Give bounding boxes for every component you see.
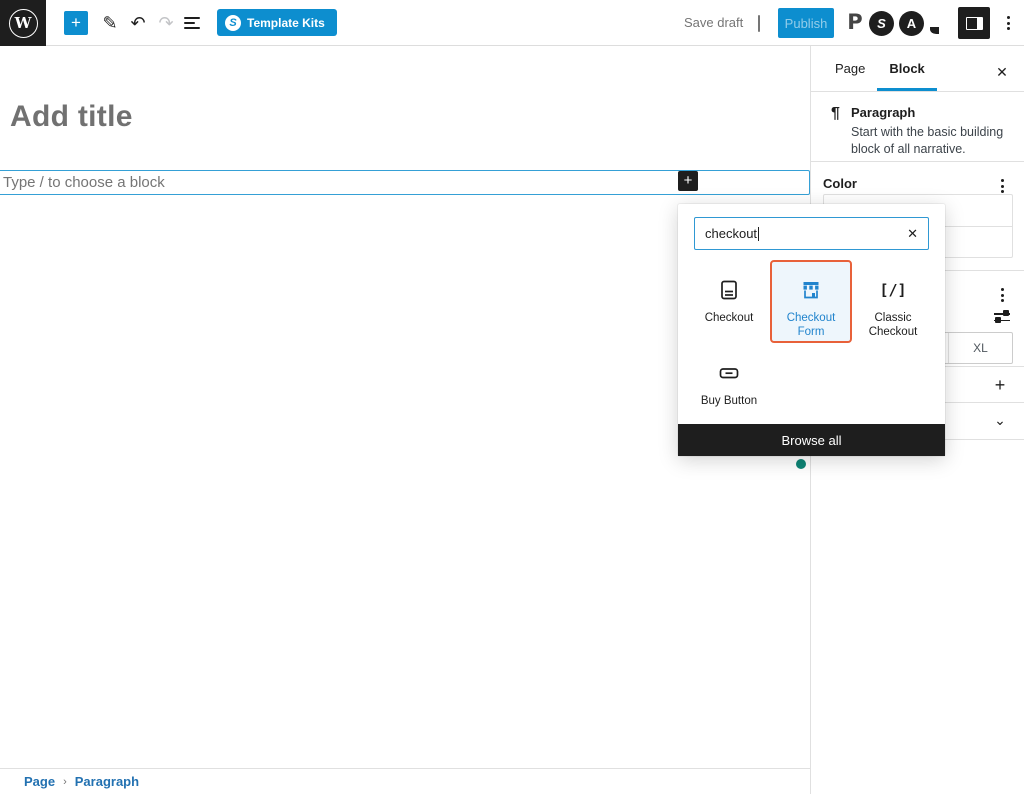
block-card-title: Paragraph <box>851 105 915 120</box>
breadcrumb-separator: › <box>63 776 67 788</box>
redo-icon[interactable]: ↷ <box>154 11 178 35</box>
search-input-value: checkout <box>705 226 757 241</box>
publish-button[interactable]: Publish <box>778 8 834 38</box>
block-description-card: ¶ Paragraph Start with the basic buildin… <box>811 92 1024 162</box>
buy-button-icon <box>717 361 741 385</box>
block-inserter-toggle-button[interactable]: + <box>64 11 88 35</box>
quick-block-inserter-popup: checkout ✕ Checkout <box>678 204 945 456</box>
block-tile-label: Checkout Form <box>772 311 850 340</box>
block-breadcrumb: Page › Paragraph <box>0 768 810 794</box>
settings-sidebar-toggle[interactable] <box>958 7 990 39</box>
template-kits-button[interactable]: S Template Kits <box>217 9 337 36</box>
clear-search-icon[interactable]: ✕ <box>907 226 918 242</box>
block-card-description: Start with the basic building block of a… <box>851 124 1015 158</box>
block-tile-label: Checkout <box>705 311 754 325</box>
dimensions-add-icon[interactable]: + <box>988 373 1012 397</box>
paragraph-pilcrow-icon: ¶ <box>831 105 840 123</box>
preview-icon[interactable] <box>748 13 770 33</box>
list-view-icon[interactable] <box>180 11 204 35</box>
surecart-icon[interactable]: S <box>869 10 895 36</box>
wordpress-menu-button[interactable]: W <box>0 0 46 46</box>
breadcrumb-page-link[interactable]: Page <box>24 774 55 789</box>
close-sidebar-icon[interactable]: ✕ <box>990 60 1014 84</box>
options-menu-icon[interactable] <box>996 11 1020 35</box>
block-tile-buy-button[interactable]: Buy Button <box>688 343 770 426</box>
presto-player-icon[interactable]: P <box>842 9 868 35</box>
tab-block[interactable]: Block <box>877 46 936 91</box>
color-section-label: Color <box>823 176 857 191</box>
storefront-icon <box>799 278 823 302</box>
typography-options-icon[interactable] <box>990 283 1014 307</box>
block-tile-label: Buy Button <box>701 394 757 408</box>
advanced-expand-icon[interactable]: ⌄ <box>988 408 1012 432</box>
block-tile-classic-checkout[interactable]: [/] Classic Checkout <box>852 260 934 343</box>
classic-shortcode-icon: [/] <box>881 278 905 302</box>
template-kits-label: Template Kits <box>247 16 325 30</box>
cartflows-icon[interactable] <box>929 10 955 36</box>
insertion-indicator-dot <box>796 459 806 469</box>
block-tile-label: Classic Checkout <box>854 311 932 340</box>
block-tile-checkout[interactable]: Checkout <box>688 260 770 343</box>
block-results-grid: Checkout Checkout Form [ <box>688 260 935 426</box>
editor-topbar: W + ✎ ↶ ↷ S Template Kits Save draft Pub… <box>0 0 1024 46</box>
block-tile-checkout-form[interactable]: Checkout Form <box>770 260 852 343</box>
inline-block-inserter-button[interactable]: + <box>678 171 698 191</box>
breadcrumb-paragraph-link[interactable]: Paragraph <box>75 774 139 789</box>
inserter-search-input[interactable]: checkout ✕ <box>694 217 929 250</box>
text-caret <box>758 227 759 241</box>
wordpress-block-editor: W + ✎ ↶ ↷ S Template Kits Save draft Pub… <box>0 0 1024 794</box>
post-title-input[interactable]: Add title <box>10 100 133 134</box>
starter-templates-icon: S <box>225 15 241 31</box>
browse-all-button[interactable]: Browse all <box>678 424 945 456</box>
save-draft-button[interactable]: Save draft <box>684 15 743 30</box>
list-view-lines <box>184 17 200 29</box>
tab-page[interactable]: Page <box>823 46 877 91</box>
edit-mode-pencil-icon[interactable]: ✎ <box>98 11 122 35</box>
undo-icon[interactable]: ↶ <box>126 11 150 35</box>
wordpress-logo-icon: W <box>9 9 38 38</box>
font-size-xl-button[interactable]: XL <box>948 333 1012 363</box>
checkout-terminal-icon <box>717 278 741 302</box>
paragraph-placeholder: Type / to choose a block <box>3 174 165 191</box>
typography-settings-icon[interactable] <box>990 305 1014 329</box>
sidebar-tabs: Page Block ✕ <box>811 46 1024 92</box>
astra-icon[interactable]: A <box>899 10 925 36</box>
sidebar-panel-icon <box>966 17 983 30</box>
